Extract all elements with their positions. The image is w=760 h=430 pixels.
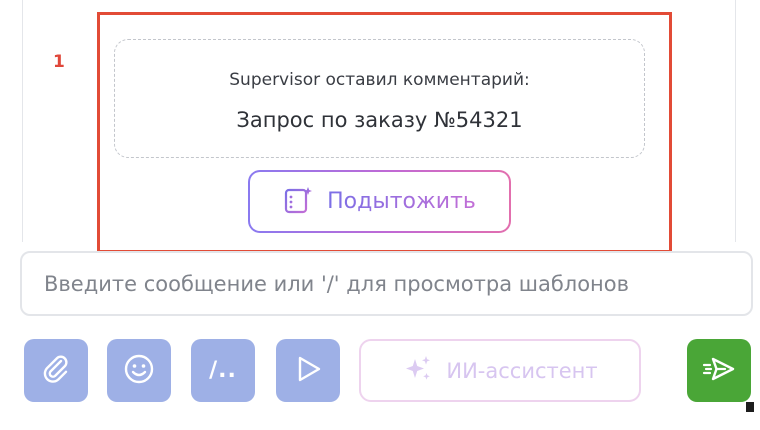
attach-button[interactable] (24, 339, 88, 402)
summarize-button[interactable]: Подытожить (248, 170, 511, 233)
corner-mark (746, 402, 754, 412)
smiley-icon (122, 352, 156, 390)
play-icon (291, 352, 325, 390)
templates-button[interactable]: /.. (191, 339, 255, 402)
play-button[interactable] (276, 339, 340, 402)
annotation-number: 1 (53, 52, 65, 72)
ai-assistant-label: ИИ-ассистент (446, 358, 598, 383)
send-button[interactable] (687, 339, 751, 402)
ai-assistant-button[interactable]: ИИ-ассистент (359, 339, 641, 402)
comment-text: Запрос по заказу №54321 (236, 108, 523, 132)
summary-list-icon (283, 185, 313, 219)
emoji-button[interactable] (107, 339, 171, 402)
templates-button-label: /.. (209, 358, 237, 383)
summarize-button-inner[interactable]: Подытожить (250, 172, 509, 231)
message-input-container (20, 251, 753, 316)
send-icon (701, 352, 737, 390)
sparkles-icon (402, 353, 434, 389)
message-input[interactable] (22, 253, 751, 314)
summarize-button-label: Подытожить (327, 189, 476, 214)
paperclip-icon (39, 352, 73, 390)
comment-author-line: Supervisor оставил комментарий: (229, 70, 530, 90)
supervisor-comment-card: Supervisor оставил комментарий: Запрос п… (114, 39, 645, 158)
